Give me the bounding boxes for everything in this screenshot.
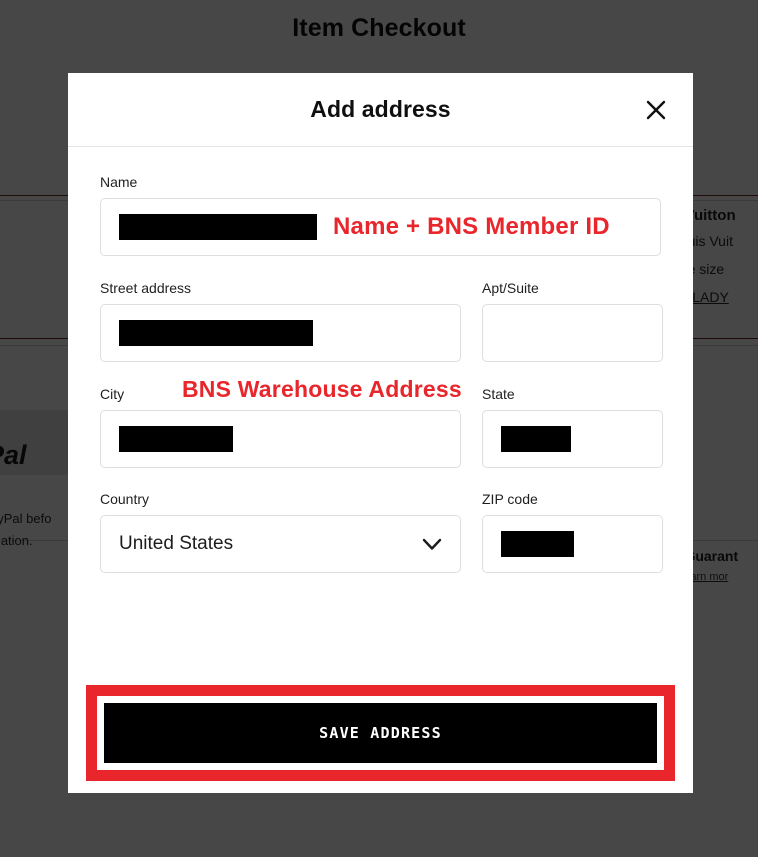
name-redaction xyxy=(119,214,317,240)
close-icon-glyph xyxy=(646,100,666,119)
street-address-annotation: BNS Warehouse Address xyxy=(182,376,462,402)
state-redaction xyxy=(501,426,571,452)
zip-code-redaction xyxy=(501,531,574,557)
country-label: Country xyxy=(100,491,150,507)
country-select[interactable]: United States xyxy=(100,515,461,573)
row-country-zip: Country United States ZIP code xyxy=(100,491,663,573)
state-label: State xyxy=(482,386,515,402)
field-group-street-address: Street address BNS Warehouse Address xyxy=(100,280,462,402)
field-group-name: Name Name + BNS Member ID xyxy=(100,174,661,256)
street-address-redaction xyxy=(119,320,313,346)
apt-suite-input[interactable] xyxy=(482,304,663,362)
zip-code-input[interactable] xyxy=(482,515,663,573)
city-redaction xyxy=(119,426,233,452)
save-address-highlight-box: SAVE ADDRESS xyxy=(86,685,675,781)
field-group-country: Country United States xyxy=(100,491,461,573)
field-group-zip-code: ZIP code xyxy=(482,491,663,573)
name-annotation: Name + BNS Member ID xyxy=(333,213,610,240)
street-address-label: Street address xyxy=(100,280,192,296)
street-address-input[interactable] xyxy=(100,304,461,362)
city-input[interactable] xyxy=(100,410,461,468)
zip-code-label: ZIP code xyxy=(482,491,538,507)
name-label: Name xyxy=(100,174,138,190)
apt-suite-label: Apt/Suite xyxy=(482,280,539,296)
save-address-button[interactable]: SAVE ADDRESS xyxy=(104,703,657,763)
field-group-state: State xyxy=(482,386,663,468)
country-selected-value: United States xyxy=(119,533,234,554)
state-input[interactable] xyxy=(482,410,663,468)
field-group-apt-suite: Apt/Suite xyxy=(482,280,663,362)
modal-header: Add address xyxy=(68,73,693,147)
close-icon[interactable] xyxy=(641,95,671,125)
chevron-down-icon xyxy=(422,538,442,550)
page-root: Item Checkout Pal ayPal befo mation. s V… xyxy=(0,0,758,857)
add-address-modal: Add address Name Name + BNS Member ID St… xyxy=(68,73,693,793)
modal-title: Add address xyxy=(310,96,451,122)
name-input[interactable]: Name + BNS Member ID xyxy=(100,198,661,256)
row-street-apt: Street address BNS Warehouse Address Apt… xyxy=(100,280,663,402)
